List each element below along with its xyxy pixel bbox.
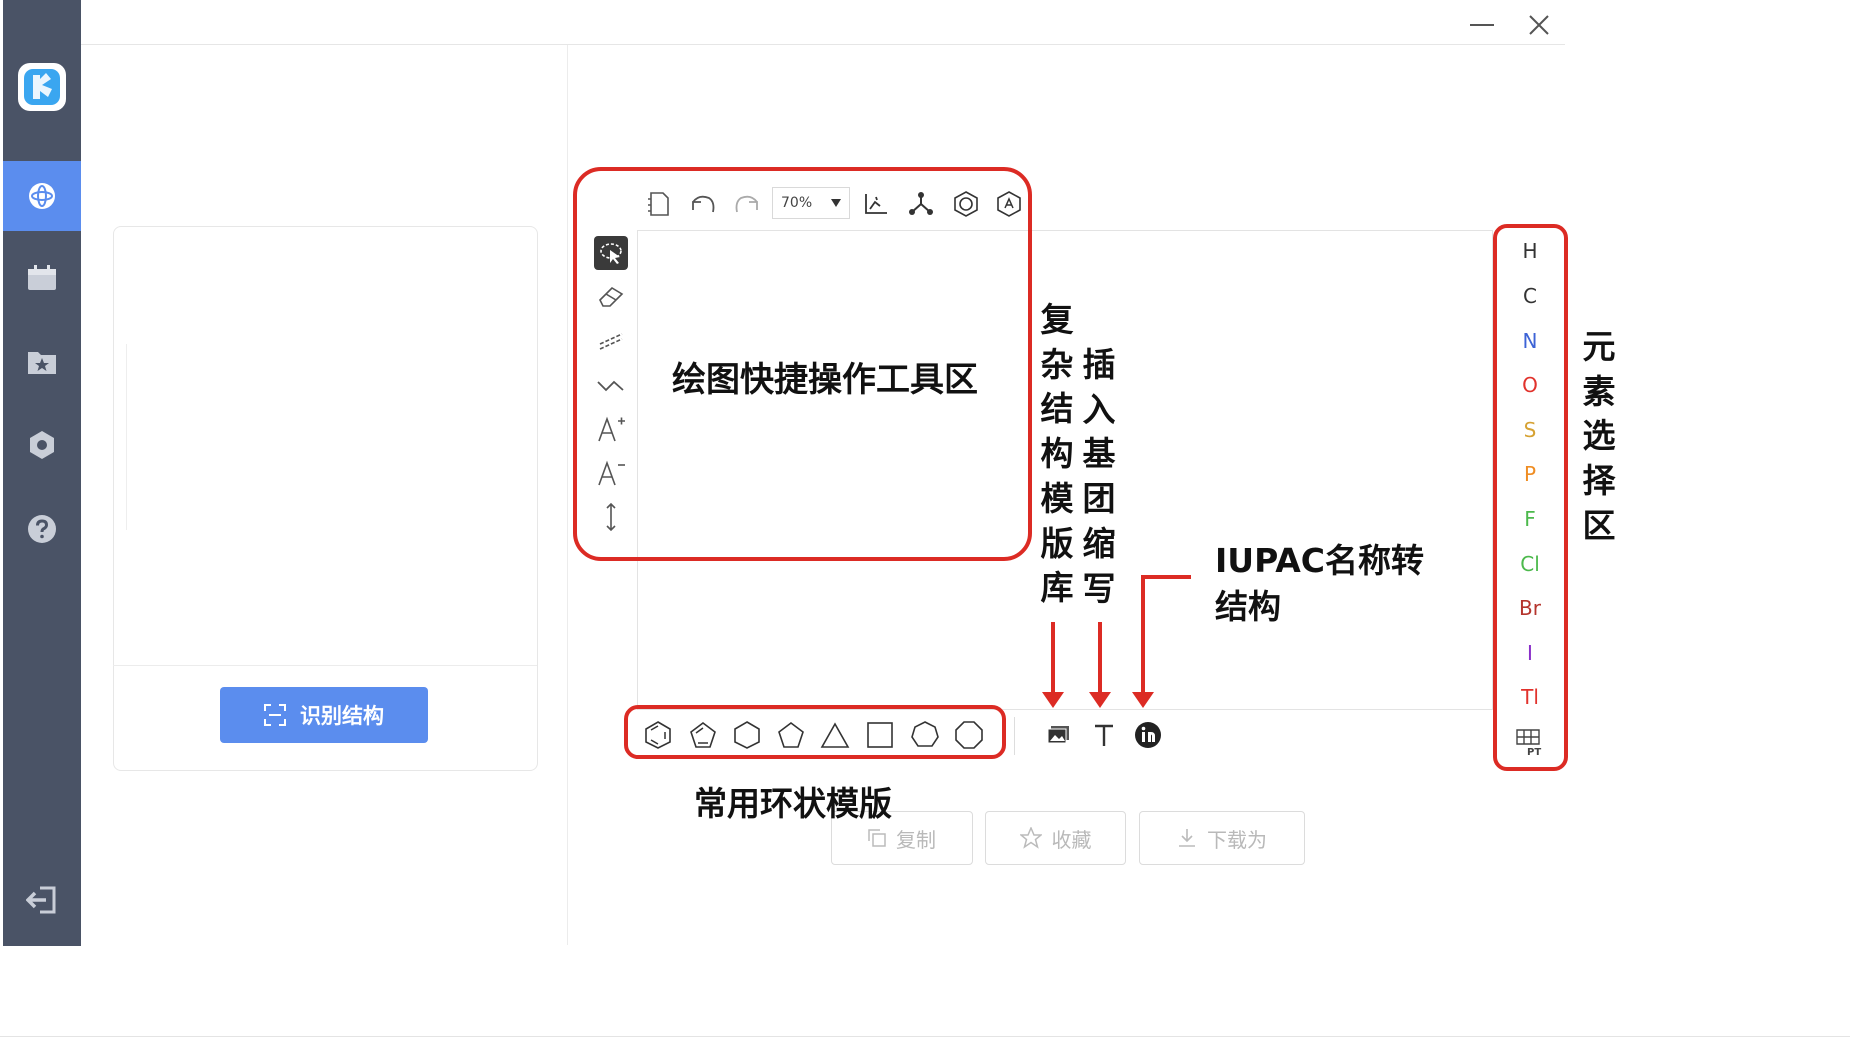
arrow-iupac-branch [1141, 575, 1191, 579]
title-bar-divider [81, 44, 1565, 45]
card-divider [113, 665, 537, 666]
annotation-insert-abbrev: 插入基团缩写 [1082, 345, 1116, 608]
sidebar [3, 0, 81, 946]
annotation-iupac-line2: 结构 [1215, 587, 1281, 626]
iupac-name-icon [1135, 722, 1161, 748]
annotation-drawing-tools: 绘图快捷操作工具区 [672, 360, 978, 400]
arrow-head-icon [1089, 692, 1111, 708]
complex-template-library-button[interactable] [1042, 718, 1076, 752]
annotation-element-zone: 元素选择区 [1582, 327, 1616, 545]
logout-icon [26, 886, 56, 914]
text-icon [1095, 724, 1113, 746]
recognize-structure-button[interactable]: 识别结构 [220, 687, 428, 743]
app-logo [18, 63, 66, 111]
scan-icon [264, 704, 286, 726]
folder-star-icon [28, 352, 56, 374]
annotation-ring-templates: 常用环状模版 [694, 784, 892, 823]
minimize-button[interactable] [1467, 10, 1497, 40]
ring-templates-highlight [624, 705, 1006, 759]
minimize-icon [1470, 24, 1494, 26]
recognize-structure-label: 识别结构 [300, 704, 384, 728]
arrow-head-icon [1042, 692, 1064, 708]
favorite-label: 收藏 [1051, 827, 1092, 852]
atom-icon [29, 183, 55, 209]
annotation-iupac-line1: IUPAC名称转 [1215, 541, 1424, 580]
panel-divider [567, 45, 568, 945]
nav-favorites[interactable] [3, 327, 81, 397]
close-icon [1529, 15, 1549, 35]
copy-label: 复制 [896, 827, 936, 852]
star-icon [1019, 827, 1042, 849]
download-button[interactable]: 下载为 [1139, 811, 1305, 865]
download-icon [1179, 829, 1195, 847]
arrow-complex-templates [1051, 622, 1055, 700]
annotation-complex-templates: 复杂结构模版库 [1040, 300, 1074, 608]
nav-logout[interactable] [3, 865, 81, 935]
nav-settings[interactable] [3, 410, 81, 480]
element-zone-highlight [1493, 224, 1568, 771]
bottom-divider [0, 1036, 1850, 1037]
download-label: 下载为 [1207, 827, 1267, 852]
template-library-icon [1047, 726, 1069, 744]
toolbar-divider [1014, 717, 1015, 755]
close-button[interactable] [1524, 10, 1554, 40]
insert-abbreviation-button[interactable] [1087, 718, 1121, 752]
hexagon-gear-icon [30, 431, 54, 459]
nav-help[interactable] [3, 494, 81, 564]
iupac-to-structure-button[interactable] [1131, 718, 1165, 752]
nav-calendar[interactable] [3, 243, 81, 313]
arrow-insert-abbrev [1098, 622, 1102, 700]
help-icon [28, 515, 56, 543]
arrow-head-icon [1132, 692, 1154, 708]
image-preview-area[interactable] [126, 344, 523, 530]
arrow-iupac [1141, 575, 1145, 700]
favorite-button[interactable]: 收藏 [985, 811, 1126, 865]
logo-icon [24, 69, 60, 105]
copy-icon [868, 829, 886, 847]
nav-recognize[interactable] [3, 161, 81, 231]
calendar-icon [28, 265, 56, 290]
